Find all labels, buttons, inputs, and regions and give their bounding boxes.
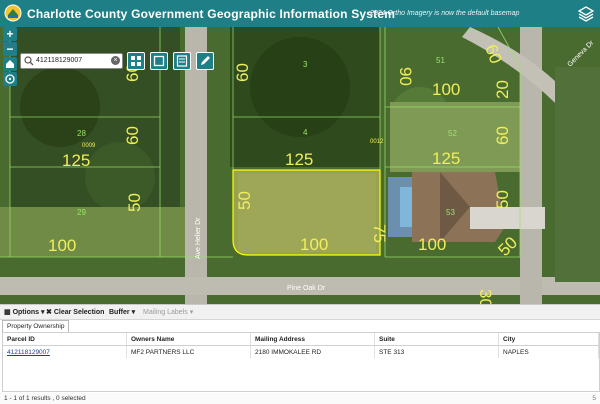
column-header-parcel-id[interactable]: Parcel ID	[3, 333, 127, 346]
dim-label: 100	[418, 235, 446, 254]
page-indicator: 5	[592, 395, 596, 402]
chevron-down-icon: ▾	[189, 309, 194, 316]
home-button[interactable]	[3, 57, 17, 71]
dim-label: 50	[235, 191, 254, 210]
column-header-mailing-address[interactable]: Mailing Address	[250, 333, 375, 346]
mailing-labels-button[interactable]: Mailing Labels ▾	[143, 308, 193, 316]
grid-icon	[131, 56, 141, 66]
app-title: Charlotte County Government Geographic I…	[27, 7, 396, 21]
city-cell: NAPLES	[498, 345, 599, 358]
dim-label: 125	[62, 151, 90, 170]
select-area-button[interactable]	[150, 52, 168, 70]
results-footer: 1 - 1 of 1 results , 0 selected 5	[0, 393, 600, 404]
parcel-search-box: ×	[20, 53, 123, 69]
buffer-label: Buffer	[109, 309, 130, 316]
column-header-suite[interactable]: Suite	[374, 333, 499, 346]
results-table: Parcel ID Owners Name Mailing Address Su…	[2, 332, 600, 392]
owners-name-cell: MF2 PARTNERS LLC	[126, 345, 251, 358]
chevron-down-icon: ▾	[131, 309, 136, 316]
map-view[interactable]: 60 60 50 125 100 60 125 50 75 100 90 100…	[0, 27, 600, 304]
locate-icon	[5, 74, 15, 84]
draw-button[interactable]	[196, 52, 214, 70]
tab-property-ownership[interactable]: Property Ownership	[2, 320, 70, 332]
street-label: Pine Oak Dr	[287, 285, 326, 292]
basemap-notice: 2024 Ortho Imagery is now the default ba…	[370, 10, 520, 17]
dim-label: 100	[432, 80, 460, 99]
document-icon	[176, 55, 188, 67]
dim-label: 75	[370, 224, 389, 243]
results-count: 1 - 1 of 1 results , 0 selected	[4, 395, 86, 402]
table-header-row: Parcel ID Owners Name Mailing Address Su…	[3, 333, 599, 346]
dim-label: 50	[493, 190, 512, 209]
column-header-city[interactable]: City	[498, 333, 599, 346]
parcel-search-input[interactable]	[36, 55, 108, 66]
parcel-number: 4	[303, 128, 308, 137]
pencil-icon	[201, 56, 210, 65]
options-icon: ▦	[4, 309, 11, 316]
parcel-number: 28	[77, 129, 86, 138]
mailing-address-cell: 2180 IMMOKALEE RD	[250, 345, 375, 358]
basemap-gallery-button[interactable]	[127, 52, 145, 70]
county-logo[interactable]	[4, 4, 22, 22]
dim-label: 100	[300, 235, 328, 254]
clear-selection-icon: ✖	[46, 309, 52, 316]
dim-label: 90	[396, 67, 415, 86]
buffer-button[interactable]: Buffer ▾	[109, 308, 135, 316]
parcel-number: 3	[303, 60, 308, 69]
options-label: Options	[12, 309, 40, 316]
clear-search-icon[interactable]: ×	[111, 56, 120, 65]
parcel-number: 29	[77, 208, 86, 217]
dim-label: 60	[493, 126, 512, 145]
home-icon	[6, 60, 14, 68]
options-button[interactable]: ▦ Options ▾	[4, 308, 45, 316]
chevron-down-icon: ▾	[40, 309, 45, 316]
dim-label: 30	[476, 289, 495, 304]
layers-icon[interactable]	[577, 5, 595, 23]
zoom-in-button[interactable]: +	[3, 27, 17, 41]
parcel-block-label: 0012	[370, 139, 384, 145]
parcel-number: 53	[446, 208, 455, 217]
dim-label: 125	[285, 150, 313, 169]
square-select-icon	[153, 55, 165, 67]
dim-label: 60	[233, 63, 252, 82]
suite-cell: STE 313	[374, 345, 499, 358]
search-icon[interactable]	[24, 56, 34, 66]
app-header: Charlotte County Government Geographic I…	[0, 0, 600, 27]
parcel-number: 52	[448, 129, 457, 138]
parcel-id-link[interactable]: 412118129007	[3, 345, 127, 358]
clear-selection-button[interactable]: ✖ Clear Selection	[46, 308, 104, 316]
table-row[interactable]: 412118129007 MF2 PARTNERS LLC 2180 IMMOK…	[3, 345, 599, 358]
parcel-block-label: 0009	[82, 143, 96, 149]
dim-label: 60	[123, 126, 142, 145]
clear-selection-label: Clear Selection	[53, 309, 105, 316]
zoom-out-button[interactable]: −	[3, 42, 17, 56]
street-label: Ave Helier Dr	[195, 217, 202, 259]
dim-label: 125	[432, 149, 460, 168]
dim-label: 100	[48, 236, 76, 255]
parcel-number: 51	[436, 56, 445, 65]
locate-button[interactable]	[3, 72, 17, 86]
dim-label: 50	[125, 193, 144, 212]
dim-label: 20	[493, 80, 512, 99]
column-header-owners-name[interactable]: Owners Name	[126, 333, 251, 346]
print-button[interactable]	[173, 52, 191, 70]
results-toolbar: ▦ Options ▾ ✖ Clear Selection Buffer ▾ M…	[0, 304, 600, 320]
mailing-labels-label: Mailing Labels	[143, 309, 188, 316]
